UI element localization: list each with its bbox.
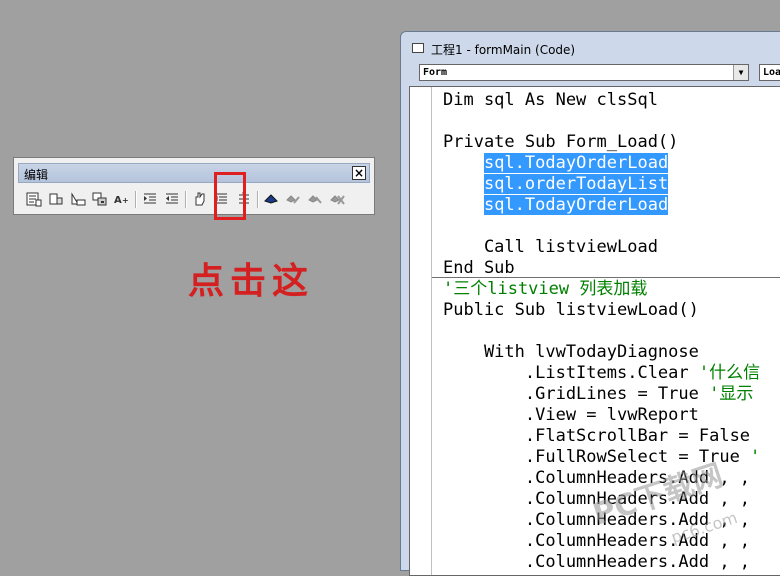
code-comment: '什么信 <box>698 363 761 383</box>
margin-indicator-bar[interactable] <box>410 87 432 575</box>
svg-text:+: + <box>122 196 129 205</box>
code-segment: .ColumnHeaders.Add , , <box>443 489 751 509</box>
code-window-icon <box>412 43 424 53</box>
code-line[interactable]: Public Sub listviewLoad() <box>443 300 760 321</box>
outdent-icon[interactable] <box>162 189 182 209</box>
code-line[interactable]: Call listviewLoad <box>443 237 760 258</box>
code-line[interactable]: '三个listview 列表加载 <box>443 279 760 300</box>
object-combo-value: Form <box>423 67 448 78</box>
code-segment: .ColumnHeaders.Add , , <box>443 468 751 488</box>
code-line[interactable]: Dim sql As New clsSql <box>443 90 760 111</box>
code-line[interactable]: .ColumnHeaders.Add , , <box>443 468 760 489</box>
code-comment: '显示 <box>709 384 754 404</box>
code-segment: Public Sub listviewLoad() <box>443 300 699 320</box>
code-line[interactable]: .FullRowSelect = True ' <box>443 447 760 468</box>
code-segment: .FullRowSelect = True <box>443 447 751 467</box>
code-segment: .ColumnHeaders.Add , , <box>443 552 751 572</box>
code-line[interactable]: sql.orderTodayList <box>443 174 760 195</box>
code-line[interactable]: ​ <box>443 216 760 237</box>
code-comment: '三个listview 列表加载 <box>443 279 648 299</box>
code-segment: Call listviewLoad <box>443 237 658 257</box>
code-window-title: 工程1 - formMain (Code) <box>431 43 576 57</box>
list-properties-methods-icon[interactable] <box>24 189 44 209</box>
edit-toolbar: 编辑 × A + <box>13 157 375 215</box>
code-line[interactable]: sql.TodayOrderLoad <box>443 153 760 174</box>
object-combo[interactable]: Form ▼ <box>419 64 749 81</box>
code-line[interactable]: .ColumnHeaders.Add , , <box>443 489 760 510</box>
toggle-bookmark-icon[interactable] <box>262 189 282 209</box>
code-line[interactable]: .ListItems.Clear '什么信 <box>443 363 760 384</box>
toolbar-titlebar[interactable]: 编辑 × <box>18 163 370 183</box>
code-comment: ' <box>750 447 761 467</box>
code-line[interactable]: .ColumnHeaders.Add , , <box>443 531 760 552</box>
toolbar-title: 编辑 <box>24 168 49 182</box>
toggle-breakpoint-icon[interactable] <box>190 189 210 209</box>
code-line[interactable]: sql.TodayOrderLoad <box>443 195 760 216</box>
code-line[interactable]: Private Sub Form_Load() <box>443 132 760 153</box>
code-segment: Dim sql As New clsSql <box>443 90 658 110</box>
code-segment: .View = lvwReport <box>443 405 699 425</box>
code-segment: Private Sub Form_Load() <box>443 132 679 152</box>
code-segment: End Sub <box>443 258 515 278</box>
procedure-combo[interactable]: Load <box>759 64 780 81</box>
code-segment: .FlatScrollBar = False <box>443 426 751 446</box>
code-window: 工程1 - formMain (Code) Form ▼ Load Dim sq… <box>400 31 780 576</box>
code-segment: .ColumnHeaders.Add , , <box>443 531 751 551</box>
toolbar-close-button[interactable]: × <box>352 166 366 180</box>
code-editor[interactable]: Dim sql As New clsSql​Private Sub Form_L… <box>409 86 780 576</box>
procedure-combo-value: Load <box>763 67 780 78</box>
parameter-info-icon[interactable] <box>90 189 110 209</box>
highlight-box <box>214 172 246 220</box>
code-line[interactable]: .FlatScrollBar = False <box>443 426 760 447</box>
selected-code-text: sql.TodayOrderLoad <box>483 153 669 173</box>
annotation-text: 点击这 <box>188 260 315 302</box>
list-constants-icon[interactable] <box>46 189 66 209</box>
clear-all-bookmarks-icon[interactable] <box>328 189 348 209</box>
selected-code-text: sql.TodayOrderLoad <box>483 195 669 215</box>
chevron-down-icon[interactable]: ▼ <box>733 65 748 80</box>
selected-code-text: sql.orderTodayList <box>483 174 669 194</box>
toolbar-separator <box>257 191 259 208</box>
code-segment: With lvwTodayDiagnose <box>443 342 699 362</box>
code-line[interactable]: ​ <box>443 321 760 342</box>
code-line[interactable]: With lvwTodayDiagnose <box>443 342 760 363</box>
code-line[interactable]: End Sub <box>443 258 760 279</box>
toolbar-separator <box>135 191 137 208</box>
procedure-separator <box>432 277 780 278</box>
code-segment: .GridLines = True <box>443 384 710 404</box>
code-line[interactable]: .ColumnHeaders.Add , , <box>443 510 760 531</box>
svg-text:A: A <box>114 195 122 206</box>
toolbar-separator <box>185 191 187 208</box>
complete-word-icon[interactable]: A + <box>112 189 132 209</box>
quick-info-icon[interactable] <box>68 189 88 209</box>
indent-icon[interactable] <box>140 189 160 209</box>
code-segment: .ListItems.Clear <box>443 363 699 383</box>
previous-bookmark-icon[interactable] <box>306 189 326 209</box>
next-bookmark-icon[interactable] <box>284 189 304 209</box>
code-line[interactable]: ​ <box>443 111 760 132</box>
code-line[interactable]: .GridLines = True '显示 <box>443 384 760 405</box>
code-line[interactable]: .View = lvwReport <box>443 405 760 426</box>
code-line[interactable]: .ColumnHeaders.Add , , <box>443 552 760 573</box>
code-segment: .ColumnHeaders.Add , , <box>443 510 751 530</box>
code-text[interactable]: Dim sql As New clsSql​Private Sub Form_L… <box>443 90 760 573</box>
